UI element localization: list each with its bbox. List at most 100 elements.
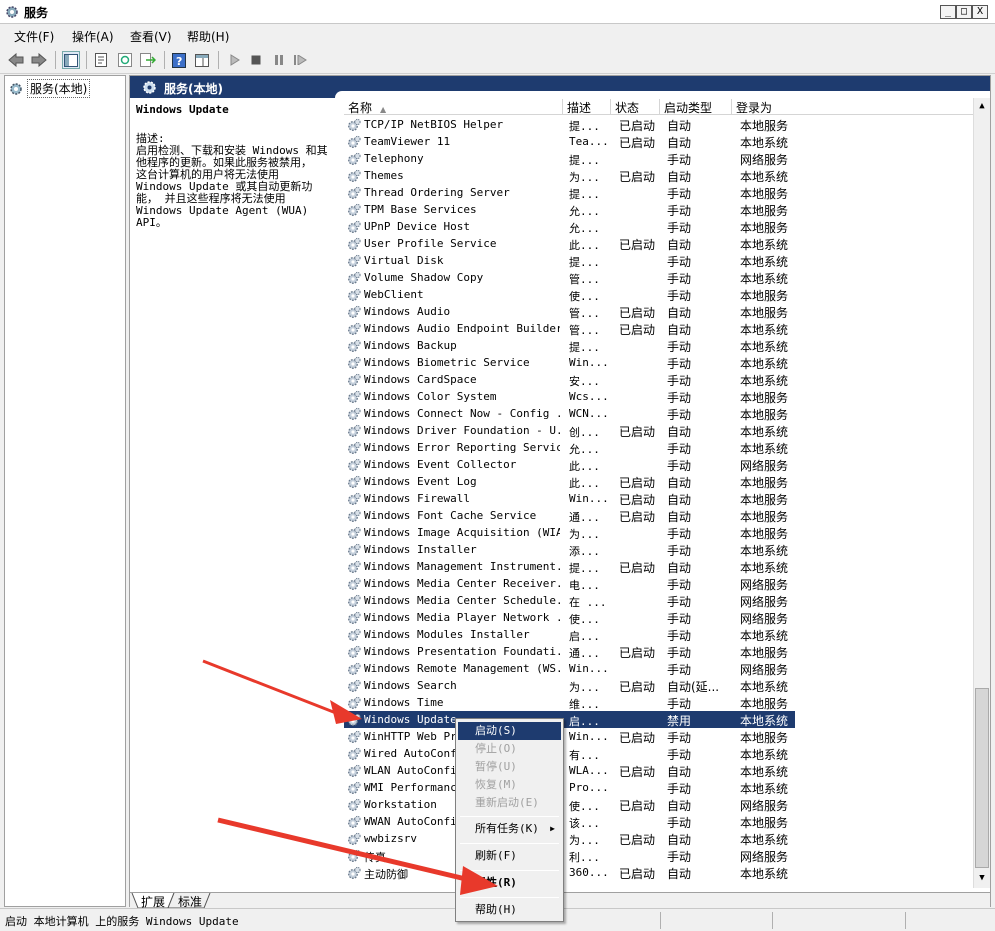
table-row[interactable]: Windows Driver Foundation - U... 创... 已启动自… [344, 422, 974, 439]
stop-service-icon[interactable] [247, 51, 265, 69]
table-row[interactable]: Windows Connect Now - Config ... WCN... 手动… [344, 405, 974, 422]
submenu-arrow-icon: ▶ [550, 824, 555, 833]
maximize-button[interactable]: □ [956, 5, 972, 19]
table-row[interactable]: User Profile Service 此... 已启动 自动 本地系统 [344, 235, 974, 252]
table-row[interactable]: Workstation 使... 已启动 自动 网络服务 [344, 796, 974, 813]
table-row[interactable]: Windows Remote Management (WS... Win... 手动… [344, 660, 974, 677]
cell-name: Windows Error Reporting Service [364, 441, 560, 454]
description-text: 启用检测、下载和安装 Windows 和其 他程序的更新。如果此服务被禁用， 这… [136, 144, 328, 229]
cell-name: Windows Time [364, 696, 444, 709]
table-row[interactable]: Windows Error Reporting Service 允... 手动 本地系… [344, 439, 974, 456]
table-row[interactable]: Windows Search 为... 已启动 自动(延... 本地系统 [344, 677, 974, 694]
cell-startup-type: 自动 [667, 238, 692, 252]
refresh-icon[interactable] [116, 51, 134, 69]
table-row[interactable]: WWAN AutoConfig 该... 手动 本地服务 [344, 813, 974, 830]
table-row[interactable]: UPnP Device Host 允... 手动 本地服务 [344, 218, 974, 235]
table-row[interactable]: Windows Installer 添... 手动 本地系统 [344, 541, 974, 558]
menu-file[interactable]: 文件(F) [14, 28, 54, 45]
table-row[interactable]: Windows Update 启... 禁用 本地系统 [344, 711, 795, 728]
table-row[interactable]: Windows Audio 管... 已启动 自动 本地服务 [344, 303, 974, 320]
table-row[interactable]: Wired AutoConfi 有... 手动 本地系统 [344, 745, 974, 762]
table-row[interactable]: Windows Audio Endpoint Builder 管... 已启动 自动 本… [344, 320, 974, 337]
table-row[interactable]: Windows Color System Wcs... 手动 本地服务 [344, 388, 974, 405]
menu-item-help[interactable]: 帮助(H) [458, 901, 561, 919]
table-row[interactable]: Windows Firewall Win... 已启动 自动 本地服务 [344, 490, 974, 507]
close-button[interactable]: X [972, 5, 988, 19]
table-row[interactable]: Windows Image Acquisition (WIA) 为... 手动 本地服… [344, 524, 974, 541]
menu-item-start[interactable]: 启动(S) [458, 722, 561, 740]
cell-startup-type: 自动(延... [667, 680, 720, 694]
table-row[interactable]: Thread Ordering Server 提... 手动 本地服务 [344, 184, 974, 201]
table-row[interactable]: TeamViewer 11 Tea... 已启动 自动 本地系统 [344, 133, 974, 150]
table-row[interactable]: TCP/IP NetBIOS Helper 提... 已启动 自动 本地服务 [344, 116, 974, 133]
menu-item-stop[interactable]: 停止(O) [458, 740, 561, 758]
table-row[interactable]: TPM Base Services 允... 手动 本地服务 [344, 201, 974, 218]
scroll-thumb[interactable] [975, 688, 989, 868]
vertical-scrollbar[interactable]: ▲ ▼ [973, 98, 990, 888]
table-row[interactable]: Virtual Disk 提... 手动 本地系统 [344, 252, 974, 269]
forward-icon[interactable] [30, 51, 48, 69]
cell-description: 允... [569, 222, 600, 235]
table-row[interactable]: Themes 为... 已启动 自动 本地系统 [344, 167, 974, 184]
cell-status: 已启动 [619, 731, 656, 745]
tree-node-services-local[interactable]: 服务(本地) [9, 79, 91, 98]
table-row[interactable]: Windows Event Collector 此... 手动 网络服务 [344, 456, 974, 473]
cell-logon-as: 本地服务 [740, 527, 789, 541]
back-icon[interactable] [7, 51, 25, 69]
table-row[interactable]: wwbizsrv 为... 已启动 自动 本地系统 [344, 830, 974, 847]
table-row[interactable]: WMI Performance Pro... 手动 本地系统 [344, 779, 974, 796]
table-row[interactable]: WebClient 使... 手动 本地服务 [344, 286, 974, 303]
column-startup-type[interactable]: 启动类型 [660, 99, 732, 115]
column-description[interactable]: 描述 [563, 99, 611, 115]
column-name[interactable]: 名称 ▲ [344, 99, 563, 115]
table-row[interactable]: 传真 利... 手动 网络服务 [344, 847, 974, 864]
table-row[interactable]: Windows Management Instrument... 提... 已启动自… [344, 558, 974, 575]
help-icon[interactable]: ? [170, 51, 188, 69]
menu-view[interactable]: 查看(V) [130, 28, 172, 45]
table-row[interactable]: WLAN AutoConfig WLA... 已启动 自动 本地系统 [344, 762, 974, 779]
properties-icon[interactable] [92, 51, 110, 69]
service-gear-icon [348, 696, 361, 709]
table-row[interactable]: WinHTTP Web Pro Win... 已启动 手动 本地服务 [344, 728, 974, 745]
menu-help[interactable]: 帮助(H) [187, 28, 229, 45]
show-action-pane-icon[interactable] [193, 51, 211, 69]
cell-description: 通... [569, 647, 600, 660]
table-row[interactable]: Telephony 提... 手动 网络服务 [344, 150, 974, 167]
show-tree-icon[interactable] [62, 51, 80, 69]
export-list-icon[interactable] [139, 51, 157, 69]
minimize-button[interactable]: _ [940, 5, 956, 19]
table-row[interactable]: Windows Media Center Schedule... 在 ... 手动 网… [344, 592, 974, 609]
start-service-icon[interactable] [226, 51, 244, 69]
table-row[interactable]: Windows CardSpace 安... 手动 本地系统 [344, 371, 974, 388]
column-status[interactable]: 状态 [611, 99, 660, 115]
table-row[interactable]: Windows Presentation Foundati... 通... 已启动手… [344, 643, 974, 660]
cell-name: Volume Shadow Copy [364, 271, 484, 284]
column-logon-as[interactable]: 登录为 [732, 99, 796, 115]
table-row[interactable]: Windows Media Player Network ... 使... 手动 网络… [344, 609, 974, 626]
table-row[interactable]: Windows Biometric Service Win... 手动 本地系统 [344, 354, 974, 371]
menu-item-all-tasks[interactable]: 所有任务(K) ▶ [458, 820, 561, 838]
menu-item-refresh[interactable]: 刷新(F) [458, 847, 561, 865]
service-gear-icon [348, 373, 361, 386]
scroll-up-icon[interactable]: ▲ [974, 98, 990, 114]
menu-item-pause[interactable]: 暂停(U) [458, 758, 561, 776]
table-row[interactable]: Windows Backup 提... 手动 本地系统 [344, 337, 974, 354]
service-gear-icon [348, 832, 361, 845]
table-row[interactable]: Windows Event Log 此... 已启动 自动 本地服务 [344, 473, 974, 490]
scroll-down-icon[interactable]: ▼ [974, 870, 990, 886]
table-row[interactable]: Windows Media Center Receiver... 电... 手动 网络… [344, 575, 974, 592]
table-row[interactable]: Windows Font Cache Service 通... 已启动 自动 本地服务 [344, 507, 974, 524]
restart-service-icon[interactable] [292, 51, 310, 69]
cell-startup-type: 手动 [667, 340, 692, 354]
cell-description: 为... [569, 171, 600, 184]
table-row[interactable]: 主动防御 360... 已启动 自动 本地系统 [344, 864, 974, 881]
menu-item-properties[interactable]: 属性(R) [458, 874, 561, 892]
table-row[interactable]: Windows Time 维... 手动 本地服务 [344, 694, 974, 711]
menu-action[interactable]: 操作(A) [72, 28, 114, 45]
table-row[interactable]: Volume Shadow Copy 管... 手动 本地系统 [344, 269, 974, 286]
cell-name: Virtual Disk [364, 254, 444, 267]
menu-item-resume[interactable]: 恢复(M) [458, 776, 561, 794]
menu-item-restart[interactable]: 重新启动(E) [458, 794, 561, 812]
pause-service-icon[interactable] [270, 51, 288, 69]
table-row[interactable]: Windows Modules Installer 启... 手动 本地系统 [344, 626, 974, 643]
